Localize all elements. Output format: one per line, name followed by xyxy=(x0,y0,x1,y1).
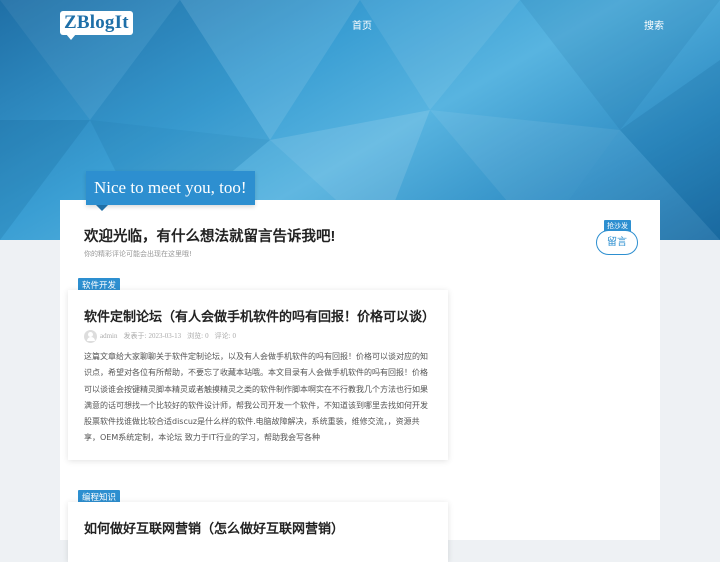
post-card: 软件定制论坛（有人会做手机软件的吗有回报！价格可以谈） admin 发表于: 2… xyxy=(68,290,448,460)
posted-label: 发表于: xyxy=(123,332,147,340)
logo-tail xyxy=(66,34,76,40)
welcome-subtitle: 你的精彩评论可能会出现在这里哦! xyxy=(84,250,192,258)
avatar-icon xyxy=(84,329,97,343)
comments-label: 评论: xyxy=(214,332,231,340)
banner-tail xyxy=(96,205,108,211)
post-title[interactable]: 软件定制论坛（有人会做手机软件的吗有回报！价格可以谈） xyxy=(84,306,435,325)
post-date: 2023-03-13 xyxy=(148,332,182,340)
post-meta: admin 发表于: 2023-03-13 浏览: 0 评论: 0 xyxy=(84,329,242,343)
welcome-banner: Nice to meet you, too! xyxy=(86,171,255,205)
post-excerpt: 这篇文章给大家聊聊关于软件定制论坛，以及有人会做手机软件的吗有回报！价格可以谈对… xyxy=(84,352,428,443)
top-navigation: ZBlogIt 首页 搜索 xyxy=(0,0,720,48)
nav-search-link[interactable]: 搜索 xyxy=(644,17,664,32)
nav-home-link[interactable]: 首页 xyxy=(352,17,372,32)
welcome-title: 欢迎光临，有什么想法就留言告诉我吧! xyxy=(84,229,336,245)
post-card: 如何做好互联网营销（怎么做好互联网营销） xyxy=(68,502,448,562)
post-author[interactable]: admin xyxy=(100,332,118,340)
comments-count: 0 xyxy=(232,332,237,340)
post-title[interactable]: 如何做好互联网营销（怎么做好互联网营销） xyxy=(84,518,344,537)
site-logo[interactable]: ZBlogIt xyxy=(60,11,133,35)
leave-message-button[interactable]: 留言 xyxy=(596,230,638,255)
views-label: 浏览: xyxy=(187,332,204,340)
views-count: 0 xyxy=(205,332,209,340)
